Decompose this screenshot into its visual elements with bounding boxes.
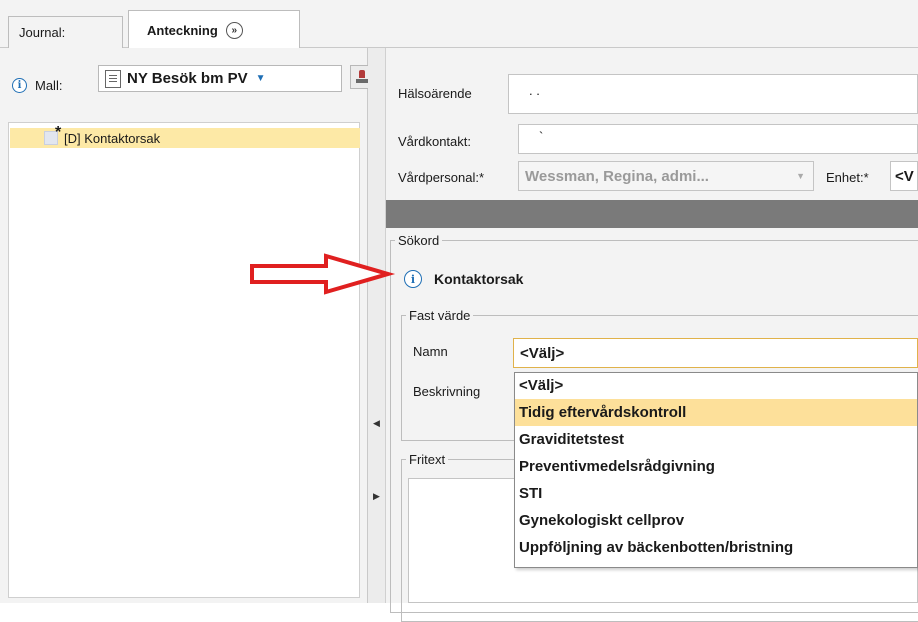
mall-select[interactable]: NY Besök bm PV ▼ bbox=[98, 65, 342, 92]
tree-item-kontaktorsak[interactable]: * [D] Kontaktorsak bbox=[10, 124, 360, 148]
dropdown-option[interactable]: Graviditetstest bbox=[515, 426, 917, 453]
fast-varde-legend: Fast värde bbox=[409, 308, 471, 323]
mall-row: i Mall: NY Besök bm PV ▼ bbox=[12, 65, 374, 93]
tab-journal[interactable]: Journal: bbox=[8, 16, 123, 48]
namn-label: Namn bbox=[413, 344, 448, 359]
info-icon[interactable]: i bbox=[404, 270, 422, 288]
beskrivning-label: Beskrivning bbox=[413, 384, 481, 399]
dropdown-arrow-icon: ▼ bbox=[796, 171, 805, 181]
tab-bar: Journal: Anteckning » bbox=[0, 0, 918, 49]
left-panel: i Mall: NY Besök bm PV ▼ * [D] Kontaktor… bbox=[0, 48, 374, 603]
stamp-icon bbox=[356, 70, 368, 84]
namn-combobox[interactable]: <Välj> bbox=[513, 338, 918, 368]
enhet-value: <V bbox=[895, 167, 914, 185]
vardpersonal-value: Wessman, Regina, admi... bbox=[525, 167, 709, 185]
namn-dropdown-list: <Välj> Tidig eftervårdskontroll Gravidit… bbox=[514, 372, 918, 568]
kontaktorsak-heading: i Kontaktorsak bbox=[404, 270, 523, 288]
dropdown-option[interactable]: Preventivmedelsrådgivning bbox=[515, 453, 917, 480]
mall-label: Mall: bbox=[35, 78, 63, 93]
halsoarende-label: Hälsoärende bbox=[398, 86, 472, 101]
info-icon[interactable]: i bbox=[12, 78, 27, 93]
dropdown-option-highlighted[interactable]: Tidig eftervårdskontroll bbox=[515, 399, 917, 426]
required-star-icon: * bbox=[55, 124, 62, 141]
keyword-tree: * [D] Kontaktorsak bbox=[8, 122, 360, 598]
kontaktorsak-title: Kontaktorsak bbox=[434, 271, 524, 287]
tab-anteckning[interactable]: Anteckning » bbox=[128, 10, 300, 49]
vardkontakt-label: Vårdkontakt: bbox=[398, 134, 471, 149]
vardpersonal-label: Vårdpersonal:* bbox=[398, 170, 484, 185]
halsoarende-value: . . bbox=[529, 83, 540, 98]
halsoarende-field[interactable]: . . bbox=[508, 74, 918, 114]
enhet-select[interactable]: <V bbox=[890, 161, 918, 191]
section-header-bar bbox=[386, 200, 918, 228]
enhet-label: Enhet:* bbox=[826, 170, 869, 185]
annotation-arrow-icon bbox=[250, 253, 396, 295]
dropdown-option[interactable]: <Välj> bbox=[515, 373, 917, 399]
keyword-node-icon: * bbox=[44, 124, 61, 145]
tree-item-label: [D] Kontaktorsak bbox=[64, 130, 161, 146]
panel-splitter[interactable]: ◀ ▶ bbox=[368, 48, 386, 603]
collapse-left-icon[interactable]: ◀ bbox=[373, 418, 380, 429]
template-doc-icon bbox=[105, 69, 121, 88]
double-chevron-icon[interactable]: » bbox=[225, 21, 243, 39]
expand-right-icon[interactable]: ▶ bbox=[373, 491, 380, 502]
dropdown-option[interactable]: Uppföljning av bäckenbotten/bristning bbox=[515, 534, 917, 561]
tab-journal-label: Journal: bbox=[19, 25, 66, 40]
vardkontakt-value: ` bbox=[539, 129, 544, 144]
dropdown-option[interactable]: STI bbox=[515, 480, 917, 507]
fritext-legend: Fritext bbox=[409, 452, 446, 467]
vardpersonal-select[interactable]: Wessman, Regina, admi... ▼ bbox=[518, 161, 814, 191]
mall-select-value: NY Besök bm PV bbox=[127, 70, 248, 87]
dropdown-arrow-icon: ▼ bbox=[255, 73, 266, 84]
namn-value: <Välj> bbox=[520, 344, 565, 362]
vardkontakt-field[interactable]: ` bbox=[518, 124, 918, 154]
dropdown-option[interactable]: Gynekologiskt cellprov bbox=[515, 507, 917, 534]
sokord-legend: Sökord bbox=[398, 233, 440, 248]
tab-anteckning-label: Anteckning bbox=[147, 22, 218, 38]
